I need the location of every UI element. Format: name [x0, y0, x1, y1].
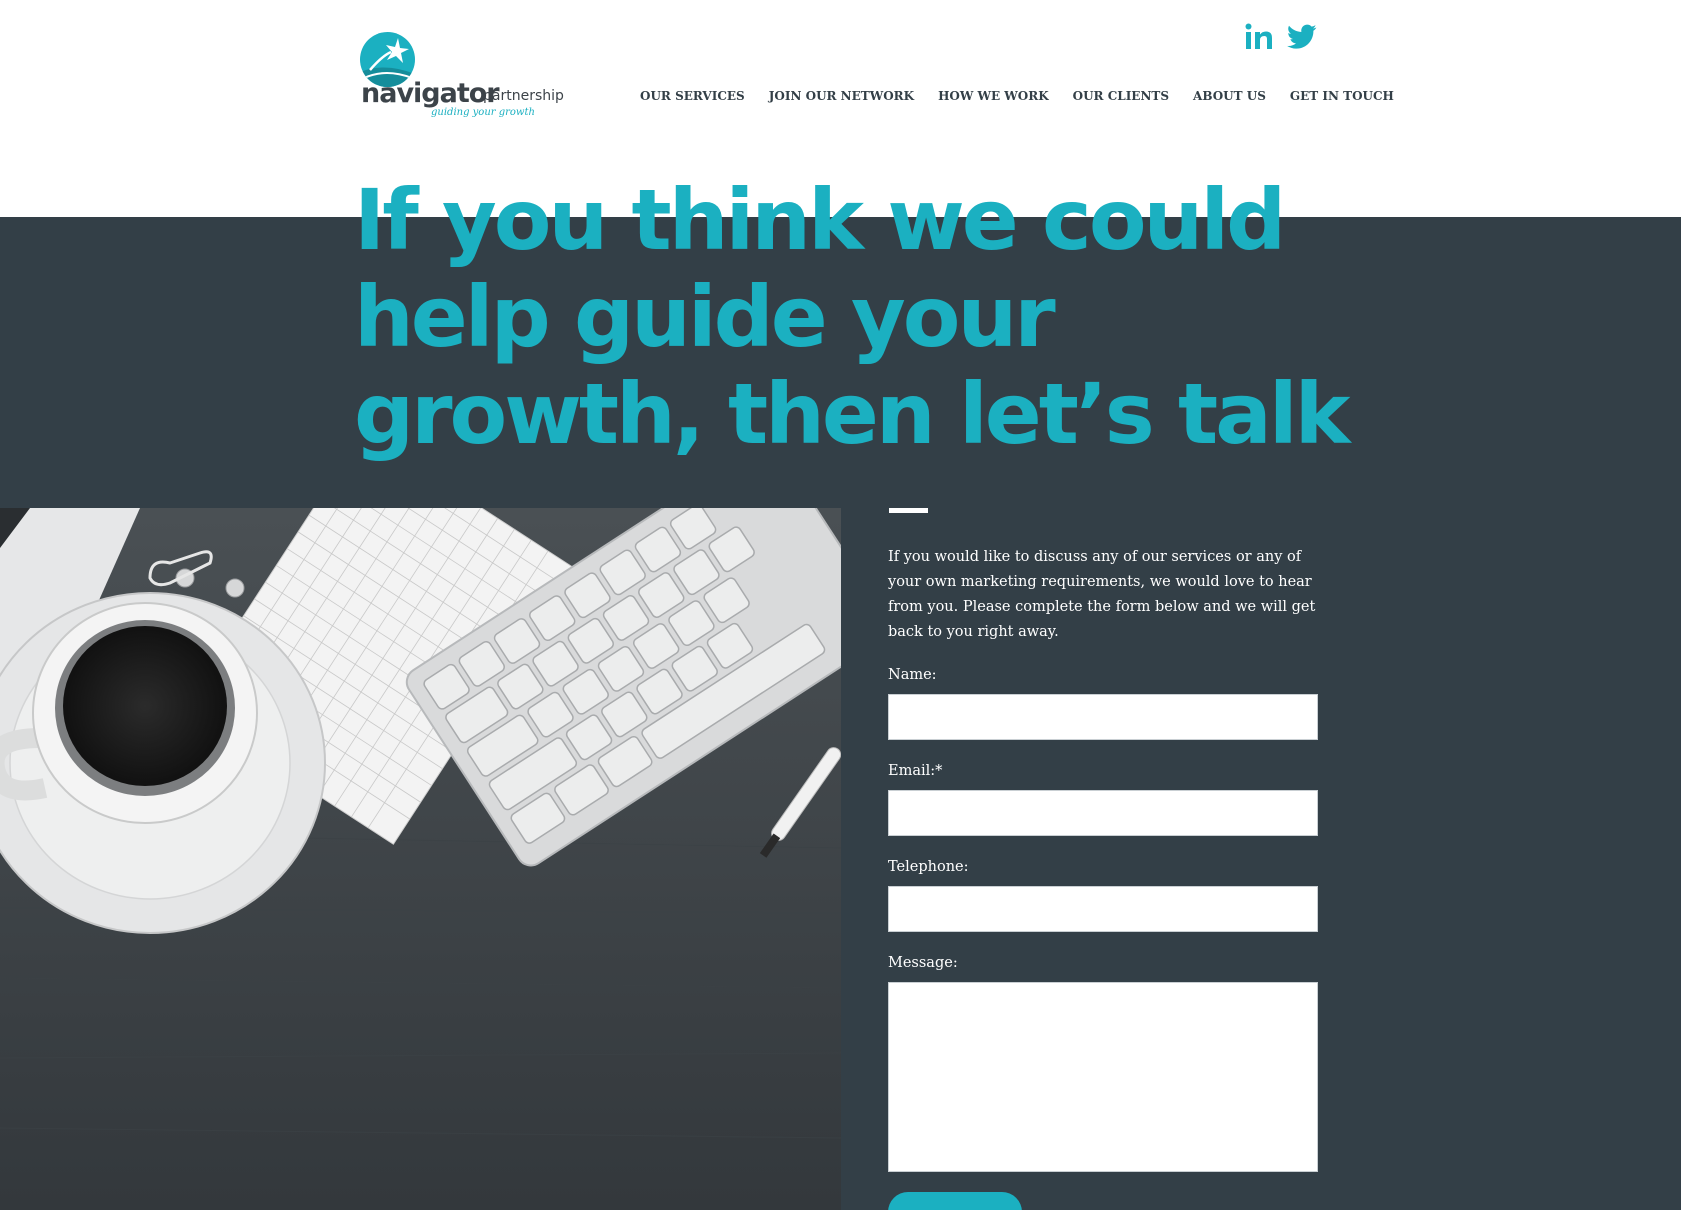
- name-label: Name:: [888, 667, 937, 683]
- headline-line: growth, then let’s talk: [354, 365, 1351, 463]
- nav-our-services[interactable]: OUR SERVICES: [640, 86, 745, 110]
- name-field[interactable]: [888, 694, 1318, 740]
- email-label: Email:*: [888, 763, 943, 779]
- telephone-label: Telephone:: [888, 859, 969, 875]
- message-field[interactable]: [888, 982, 1318, 1172]
- linkedin-link[interactable]: [1242, 22, 1276, 52]
- telephone-field[interactable]: [888, 886, 1318, 932]
- nav-join-our-network[interactable]: JOIN OUR NETWORK: [769, 86, 914, 110]
- headline-line: help guide your: [354, 268, 1056, 366]
- nav-get-in-touch[interactable]: GET IN TOUCH: [1279, 86, 1404, 114]
- logo-wordmark-suffix: partnership: [483, 88, 564, 104]
- linkedin-icon: [1245, 23, 1272, 49]
- nav-how-we-work[interactable]: HOW WE WORK: [938, 86, 1049, 110]
- main-navigation: OUR SERVICES JOIN OUR NETWORK HOW WE WOR…: [640, 86, 1418, 114]
- message-label: Message:: [888, 955, 958, 971]
- logo-wordmark: navigator: [361, 78, 500, 109]
- twitter-icon: [1287, 24, 1317, 49]
- site-logo[interactable]: navigator partnership guiding your growt…: [360, 30, 564, 122]
- submit-button[interactable]: [888, 1192, 1022, 1210]
- page-headline: If you think we could help guide your gr…: [354, 172, 1354, 463]
- contact-intro: If you would like to discuss any of our …: [888, 549, 1316, 640]
- email-field[interactable]: [888, 790, 1318, 836]
- nav-about-us[interactable]: ABOUT US: [1193, 86, 1266, 110]
- section-divider: [889, 508, 928, 513]
- desk-photo: [0, 508, 841, 1210]
- nav-our-clients[interactable]: OUR CLIENTS: [1073, 86, 1169, 110]
- logo-tagline: guiding your growth: [431, 107, 535, 118]
- headline-line: If you think we could: [354, 171, 1286, 269]
- twitter-link[interactable]: [1286, 22, 1318, 52]
